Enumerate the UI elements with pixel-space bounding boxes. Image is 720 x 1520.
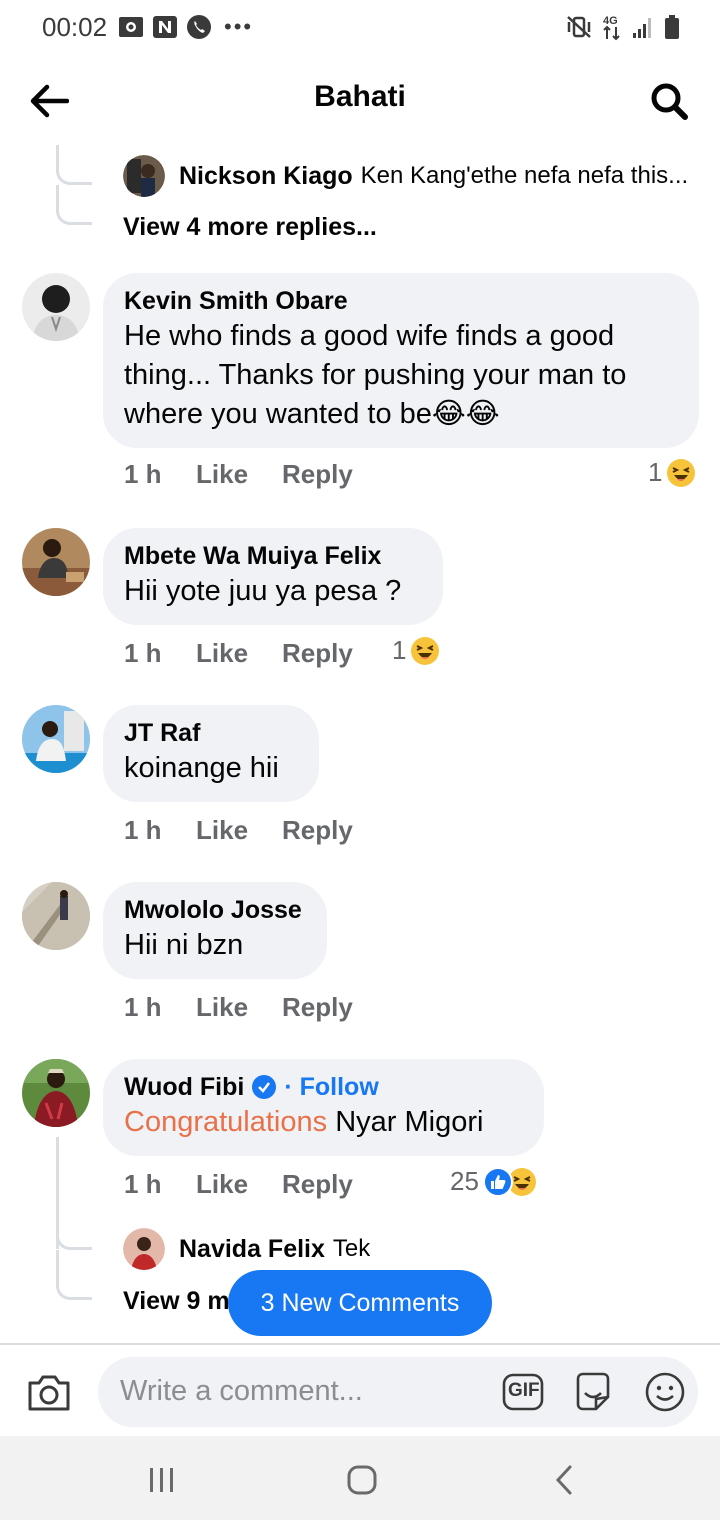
like-button[interactable]: Like bbox=[196, 459, 282, 490]
status-bar: 00:02 ••• 4G bbox=[0, 0, 720, 56]
comment-time: 1 h bbox=[124, 638, 162, 668]
camera-button[interactable] bbox=[26, 1373, 72, 1419]
sticker-button[interactable] bbox=[572, 1371, 614, 1413]
reply-button[interactable]: Reply bbox=[282, 1169, 353, 1200]
data-arrows-icon: 4G bbox=[603, 15, 620, 41]
reply-text: Tek bbox=[332, 1235, 371, 1262]
haha-reaction-icon bbox=[411, 636, 440, 665]
back-nav-button[interactable] bbox=[544, 1460, 584, 1500]
battery-icon bbox=[665, 15, 679, 39]
reaction-summary[interactable]: 1 bbox=[648, 457, 696, 488]
gif-button[interactable]: GIF bbox=[502, 1373, 544, 1411]
search-icon bbox=[651, 83, 688, 120]
comment-text: Nyar Migori bbox=[327, 1106, 484, 1138]
comment-author[interactable]: Mwololo Josse bbox=[124, 894, 305, 926]
comment-author[interactable]: Kevin Smith Obare bbox=[124, 285, 677, 317]
new-comments-button[interactable]: 3 New Comments bbox=[228, 1270, 492, 1336]
haha-reaction-icon bbox=[667, 458, 696, 487]
comment-input[interactable]: Write a comment... GIF bbox=[98, 1357, 698, 1427]
thread-line bbox=[56, 1190, 92, 1250]
avatar[interactable] bbox=[123, 1228, 165, 1270]
follow-button[interactable]: · Follow bbox=[284, 1071, 378, 1103]
reaction-summary[interactable]: 1 bbox=[392, 635, 440, 666]
comment-author[interactable]: Mbete Wa Muiya Felix bbox=[124, 540, 421, 572]
recent-apps-icon bbox=[150, 1468, 173, 1492]
comment-time: 1 h bbox=[124, 992, 162, 1022]
comment-author[interactable]: JT Raf bbox=[124, 717, 297, 749]
reply-item[interactable]: Nickson Kiago Ken Kang'ethe nefa nefa th… bbox=[123, 155, 703, 197]
thread-line bbox=[56, 1250, 92, 1300]
comment-bubble[interactable]: Mbete Wa Muiya Felix Hii yote juu ya pes… bbox=[103, 528, 443, 625]
reply-author[interactable]: Nickson Kiago bbox=[179, 162, 353, 191]
home-button[interactable] bbox=[342, 1460, 382, 1500]
reply-button[interactable]: Reply bbox=[282, 459, 353, 490]
avatar[interactable] bbox=[22, 882, 90, 950]
comment-text: koinange hii bbox=[124, 752, 279, 784]
page-title: Bahati bbox=[314, 80, 406, 113]
home-icon bbox=[347, 1465, 377, 1495]
comment-bubble[interactable]: Wuod Fibi · Follow Congratulations Nyar … bbox=[103, 1059, 544, 1156]
mute-vibrate-icon bbox=[567, 16, 591, 38]
like-button[interactable]: Like bbox=[196, 1169, 282, 1200]
camera-icon bbox=[28, 1375, 70, 1411]
like-button[interactable]: Like bbox=[196, 815, 282, 846]
comment-text: He who finds a good wife finds a good th… bbox=[124, 320, 627, 430]
reaction-count: 25 bbox=[450, 1166, 479, 1196]
avatar[interactable] bbox=[22, 528, 90, 596]
reply-button[interactable]: Reply bbox=[282, 638, 353, 669]
phone-icon bbox=[187, 15, 211, 39]
reaction-count: 1 bbox=[392, 635, 407, 665]
reply-author[interactable]: Navida Felix bbox=[179, 1235, 325, 1264]
reply-item[interactable]: Navida Felix Tek bbox=[123, 1228, 623, 1270]
avatar[interactable] bbox=[22, 1059, 90, 1127]
app-header: Bahati bbox=[0, 60, 720, 140]
signal-icon bbox=[633, 18, 651, 38]
avatar[interactable] bbox=[22, 705, 90, 773]
view-more-replies-link[interactable]: View 9 m bbox=[123, 1287, 230, 1316]
comment-author[interactable]: Wuod Fibi bbox=[124, 1071, 244, 1103]
gif-label: GIF bbox=[508, 1380, 540, 1401]
reply-button[interactable]: Reply bbox=[282, 992, 353, 1023]
system-navigation-bar bbox=[0, 1436, 720, 1520]
comment-bubble[interactable]: Kevin Smith Obare He who finds a good wi… bbox=[103, 273, 699, 448]
search-button[interactable] bbox=[646, 78, 692, 124]
like-button[interactable]: Like bbox=[196, 992, 282, 1023]
sticker-icon bbox=[576, 1372, 610, 1411]
thread-line bbox=[56, 185, 92, 225]
emoji-button[interactable] bbox=[644, 1371, 686, 1413]
reply-text: Ken Kang'ethe nefa nefa this... bbox=[360, 162, 689, 189]
comment-text: Hii ni bzn bbox=[124, 929, 244, 961]
reaction-summary[interactable]: 25 bbox=[450, 1166, 537, 1197]
avatar[interactable] bbox=[123, 155, 165, 197]
like-button[interactable]: Like bbox=[196, 638, 282, 669]
view-more-replies-link[interactable]: View 4 more replies... bbox=[123, 213, 377, 242]
comment-bubble[interactable]: JT Raf koinange hii bbox=[103, 705, 319, 802]
verified-badge-icon bbox=[252, 1075, 277, 1099]
n-app-icon bbox=[153, 16, 177, 38]
comment-time: 1 h bbox=[124, 815, 162, 845]
reply-button[interactable]: Reply bbox=[282, 815, 353, 846]
recent-apps-button[interactable] bbox=[142, 1460, 182, 1500]
comment-time: 1 h bbox=[124, 1169, 162, 1199]
reaction-count: 1 bbox=[648, 457, 663, 487]
comment-time: 1 h bbox=[124, 459, 162, 489]
comment-composer: Write a comment... GIF bbox=[0, 1343, 720, 1436]
like-reaction-icon bbox=[482, 1166, 513, 1197]
screen-record-icon bbox=[119, 17, 143, 37]
comment-text: Hii yote juu ya pesa ? bbox=[124, 575, 402, 607]
svg-text:4G: 4G bbox=[603, 15, 618, 27]
comment-input-placeholder: Write a comment... bbox=[120, 1375, 363, 1407]
comment-bubble[interactable]: Mwololo Josse Hii ni bzn bbox=[103, 882, 327, 979]
back-chevron-icon bbox=[555, 1465, 572, 1495]
highlighted-text: Congratulations bbox=[124, 1106, 328, 1138]
thread-line bbox=[56, 145, 92, 185]
smiley-icon bbox=[645, 1372, 685, 1412]
more-notifications-icon: ••• bbox=[224, 14, 254, 39]
avatar[interactable] bbox=[22, 273, 90, 341]
status-time: 00:02 bbox=[42, 12, 108, 42]
